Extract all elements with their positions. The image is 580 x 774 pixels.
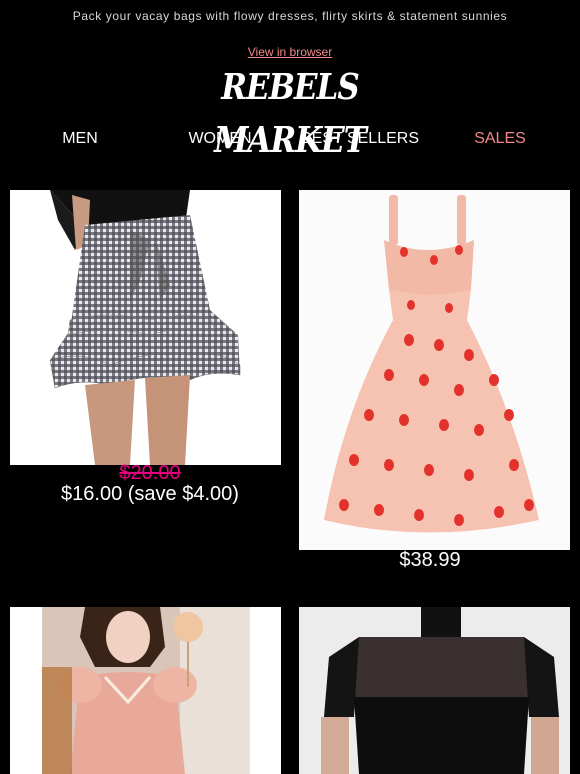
product-image-gingham-skirt[interactable] xyxy=(10,190,281,465)
product-price: $16.00 (save $4.00) xyxy=(61,483,239,505)
product-old-price: $20.00 xyxy=(119,462,181,484)
product-image-pink-dress[interactable] xyxy=(10,607,281,774)
nav-men[interactable]: MEN xyxy=(10,130,150,148)
product-image-black-top[interactable] xyxy=(299,607,570,774)
product-image-strawberry-dress[interactable] xyxy=(299,190,570,550)
main-nav: MEN WOMEN BEST SELLERS SALES xyxy=(0,130,580,152)
product-price: $38.99 xyxy=(399,549,461,571)
nav-best-sellers[interactable]: BEST SELLERS xyxy=(290,130,430,148)
nav-sales[interactable]: SALES xyxy=(430,130,570,148)
preheader-text: Pack your vacay bags with flowy dresses,… xyxy=(72,9,508,23)
view-in-browser-link[interactable]: View in browser xyxy=(0,45,580,59)
rebels-market-logo[interactable]: REBELS MARKET xyxy=(183,67,397,161)
nav-women[interactable]: WOMEN xyxy=(150,130,290,148)
